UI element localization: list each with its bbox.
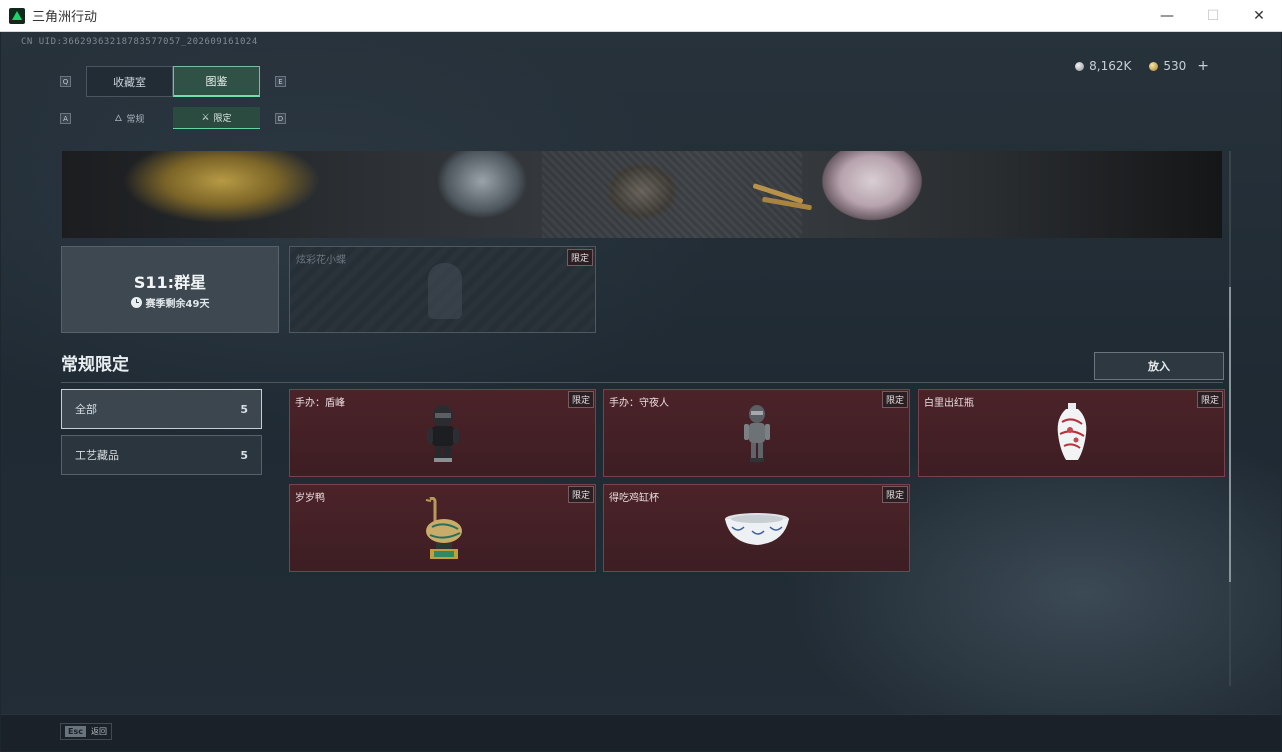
subtab-regular-label: 常规 bbox=[126, 114, 145, 125]
maximize-button[interactable]: ☐ bbox=[1190, 0, 1236, 32]
gold-currency-value: 530 bbox=[1163, 59, 1187, 73]
filter-crafted-collectibles[interactable]: 工艺藏品 5 bbox=[61, 435, 262, 475]
item-name: 手办：盾峰 bbox=[295, 398, 345, 409]
window-title: 三角洲行动 bbox=[32, 10, 98, 25]
flame-icon: 🜂 bbox=[114, 114, 123, 124]
tab-codex[interactable]: 图鉴 bbox=[173, 66, 260, 97]
minimize-button[interactable]: — bbox=[1144, 0, 1190, 32]
item-card[interactable]: 白里出红瓶 限定 bbox=[918, 389, 1225, 477]
season-remaining: 赛季剩余49天 bbox=[130, 295, 210, 310]
silver-currency: 8,162K bbox=[1075, 59, 1131, 73]
item-name: 白里出红瓶 bbox=[924, 398, 974, 409]
limited-badge: 限定 bbox=[567, 391, 594, 408]
filter-label: 全部 bbox=[75, 403, 97, 416]
close-button[interactable]: ✕ bbox=[1236, 0, 1282, 32]
currency-bar: 8,162K 530 + bbox=[1075, 58, 1209, 74]
scrollbar-thumb[interactable] bbox=[1229, 287, 1231, 582]
section-divider bbox=[61, 382, 1223, 383]
subtab-regular[interactable]: 🜂 常规 bbox=[86, 107, 173, 129]
item-name: 得吃鸡缸杯 bbox=[609, 493, 659, 504]
locked-item-silhouette bbox=[428, 263, 462, 319]
season-item-card-locked[interactable]: 炫彩花小蝶 限定 bbox=[289, 246, 596, 333]
duck-icon bbox=[425, 497, 462, 559]
item-card[interactable]: 得吃鸡缸杯 限定 bbox=[603, 484, 910, 572]
season-card[interactable]: S11:群星 赛季剩余49天 bbox=[61, 246, 279, 333]
subtab-limited-label: 限定 bbox=[213, 114, 232, 124]
back-button[interactable]: Esc 返回 bbox=[60, 723, 112, 740]
gold-currency: 530 + bbox=[1149, 58, 1209, 74]
filter-count: 5 bbox=[240, 402, 248, 416]
place-button[interactable]: 放入 bbox=[1094, 352, 1224, 380]
limited-badge: 限定 bbox=[881, 486, 908, 503]
vase-icon bbox=[1057, 403, 1086, 460]
season-remaining-text: 赛季剩余49天 bbox=[145, 299, 210, 310]
filter-all[interactable]: 全部 5 bbox=[61, 389, 262, 429]
filter-label: 工艺藏品 bbox=[75, 449, 119, 462]
limited-badge: 限定 bbox=[567, 486, 594, 503]
app-content: CN UID:36629363218783577057_202609161024… bbox=[1, 32, 1281, 751]
season-item-name: 炫彩花小蝶 bbox=[296, 255, 346, 266]
limited-badge: 限定 bbox=[1196, 391, 1223, 408]
figure-silver-icon bbox=[743, 405, 770, 462]
item-name: 手办：守夜人 bbox=[609, 398, 669, 409]
back-label: 返回 bbox=[90, 727, 107, 736]
app-logo-icon bbox=[9, 7, 25, 24]
clock-icon bbox=[130, 297, 142, 308]
window-titlebar: 三角洲行动 — ☐ ✕ bbox=[0, 0, 1282, 32]
key-hint-e: E bbox=[275, 76, 286, 87]
item-card[interactable]: 岁岁鸭 限定 bbox=[289, 484, 596, 572]
key-hint-q: Q bbox=[60, 76, 71, 87]
banner-fabric bbox=[542, 151, 802, 238]
crossed-swords-icon: ⚔ bbox=[201, 112, 210, 123]
esc-key-hint: Esc bbox=[65, 726, 86, 737]
gold-coin-icon bbox=[1149, 61, 1159, 71]
footer-bar: Esc 返回 bbox=[1, 714, 1281, 751]
limited-badge: 限定 bbox=[566, 249, 593, 266]
silver-currency-value: 8,162K bbox=[1089, 59, 1132, 73]
item-card[interactable]: 手办：守夜人 限定 bbox=[603, 389, 910, 477]
key-hint-d: D bbox=[275, 113, 286, 124]
add-currency-button[interactable]: + bbox=[1197, 58, 1209, 74]
season-banner-image bbox=[62, 151, 1222, 238]
user-uid: CN UID:36629363218783577057_202609161024 bbox=[21, 37, 258, 47]
window-controls: — ☐ ✕ bbox=[1144, 0, 1282, 32]
season-title: S11:群星 bbox=[133, 273, 207, 292]
filter-count: 5 bbox=[240, 448, 248, 462]
silver-coin-icon bbox=[1075, 61, 1085, 71]
limited-badge: 限定 bbox=[881, 391, 908, 408]
section-title: 常规限定 bbox=[61, 355, 129, 375]
figure-dark-icon bbox=[426, 405, 459, 462]
bowl-icon bbox=[724, 513, 789, 545]
item-card[interactable]: 手办：盾峰 限定 bbox=[289, 389, 596, 477]
item-name: 岁岁鸭 bbox=[295, 493, 325, 504]
tab-collection-room[interactable]: 收藏室 bbox=[86, 66, 173, 97]
key-hint-a: A bbox=[60, 113, 71, 124]
subtab-limited[interactable]: ⚔ 限定 bbox=[173, 107, 260, 129]
